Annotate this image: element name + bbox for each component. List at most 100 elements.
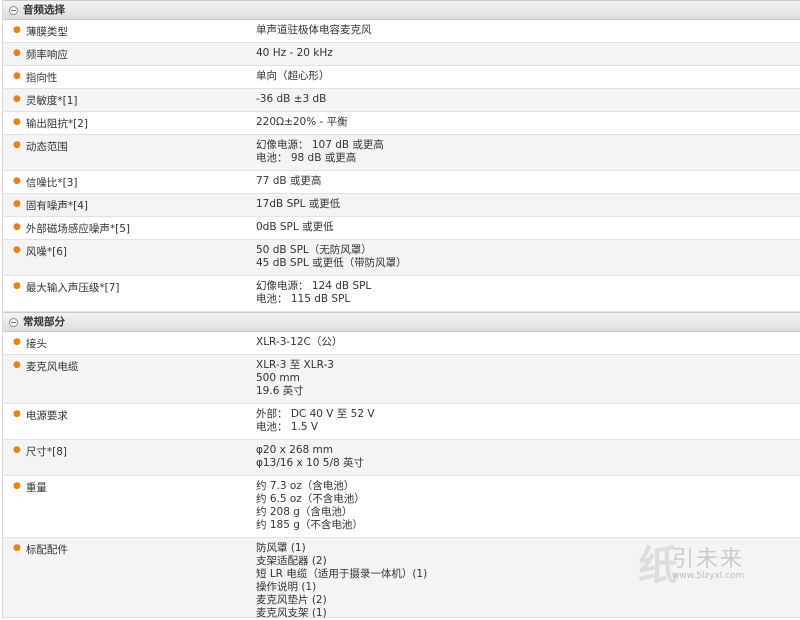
bullet-icon: ● bbox=[13, 71, 21, 81]
spec-value-line: 40 Hz - 20 kHz bbox=[256, 47, 333, 59]
spec-key: 尺寸*[8] bbox=[25, 446, 67, 458]
spec-key-cell: ● 频率响应 bbox=[3, 43, 256, 65]
bullet-icon: ● bbox=[13, 481, 21, 491]
spec-value-line: 17dB SPL 或更低 bbox=[256, 198, 341, 210]
bullet-icon: ● bbox=[13, 199, 21, 209]
spec-key: 频率响应 bbox=[25, 49, 68, 61]
spec-value-line: 约 6.5 oz（不含电池） bbox=[256, 493, 365, 505]
spec-value-cell: 220Ω±20% - 平衡 bbox=[256, 112, 348, 134]
spec-value-line: 约 185 g（不含电池） bbox=[256, 519, 363, 531]
bullet-icon: ● bbox=[13, 445, 21, 455]
spec-value-line: 220Ω±20% - 平衡 bbox=[256, 116, 348, 128]
spec-row: ● 输出阻抗*[2] 220Ω±20% - 平衡 bbox=[3, 112, 800, 135]
bullet-icon: ● bbox=[13, 140, 21, 150]
spec-value-cell: 40 Hz - 20 kHz bbox=[256, 43, 333, 65]
spec-row: ● 接头 XLR-3-12C（公） bbox=[3, 332, 800, 355]
bullet-icon: ● bbox=[13, 337, 21, 347]
spec-value-line: 19.6 英寸 bbox=[256, 385, 304, 397]
spec-value-cell: 外部： DC 40 V 至 52 V 电池： 1.5 V bbox=[256, 404, 375, 439]
spec-row: ● 外部磁场感应噪声*[5] 0dB SPL 或更低 bbox=[3, 217, 800, 240]
bullet-icon: ● bbox=[13, 281, 21, 291]
spec-value-line: 50 dB SPL（无防风罩） bbox=[256, 244, 372, 256]
bullet-icon: ● bbox=[13, 176, 21, 186]
spec-value-line: 外部： DC 40 V 至 52 V bbox=[256, 408, 375, 420]
spec-key: 电源要求 bbox=[25, 410, 68, 422]
bullet-icon: ● bbox=[13, 409, 21, 419]
spec-key: 输出阻抗*[2] bbox=[25, 118, 88, 130]
spec-value-line: 幻像电源： 107 dB 或更高 bbox=[256, 139, 384, 151]
spec-value-line: 电池： 1.5 V bbox=[256, 421, 319, 433]
spec-key: 外部磁场感应噪声*[5] bbox=[25, 223, 130, 235]
spec-value-line: 幻像电源： 124 dB SPL bbox=[256, 280, 372, 292]
bullet-icon: ● bbox=[13, 360, 21, 370]
section-title: 常规部分 bbox=[23, 316, 65, 328]
spec-value-line: 电池： 98 dB 或更高 bbox=[256, 152, 357, 164]
spec-key: 标配配件 bbox=[25, 544, 68, 556]
spec-key-cell: ● 标配配件 bbox=[3, 538, 256, 617]
bullet-icon: ● bbox=[13, 94, 21, 104]
spec-row: ● 标配配件 防风罩 (1) 支架适配器 (2) 短 LR 电缆（适用于摄录一体机）(1… bbox=[3, 538, 800, 619]
spec-key-cell: ● 接头 bbox=[3, 332, 256, 354]
spec-row: ● 灵敏度*[1] -36 dB ±3 dB bbox=[3, 89, 800, 112]
spec-row: ● 麦克风电缆 XLR-3 至 XLR-3 500 mm 19.6 英寸 bbox=[3, 355, 800, 404]
section-header[interactable]: 常规部分 bbox=[3, 312, 800, 332]
spec-value-line: 电池： 115 dB SPL bbox=[256, 293, 351, 305]
spec-key-cell: ● 风噪*[6] bbox=[3, 240, 256, 275]
spec-value-cell: φ20 x 268 mm φ13/16 x 10 5/8 英寸 bbox=[256, 440, 364, 475]
spec-value-line: 0dB SPL 或更低 bbox=[256, 221, 334, 233]
spec-key: 麦克风电缆 bbox=[25, 361, 79, 373]
spec-table: 音频选择 ● 薄膜类型 单声道驻极体电容麦克风 ● 频率响应 40 Hz - 20 kHz ●… bbox=[2, 0, 800, 619]
spec-value-cell: 77 dB 或更高 bbox=[256, 171, 321, 193]
spec-key: 灵敏度*[1] bbox=[25, 95, 78, 107]
spec-key: 风噪*[6] bbox=[25, 246, 67, 258]
spec-value-cell: 0dB SPL 或更低 bbox=[256, 217, 334, 239]
spec-key: 信噪比*[3] bbox=[25, 177, 78, 189]
spec-key: 固有噪声*[4] bbox=[25, 200, 88, 212]
spec-value-line: 77 dB 或更高 bbox=[256, 175, 322, 187]
spec-key-cell: ● 薄膜类型 bbox=[3, 20, 256, 42]
spec-value-cell: 防风罩 (1) 支架适配器 (2) 短 LR 电缆（适用于摄录一体机）(1) 操作说明… bbox=[256, 538, 428, 619]
collapse-icon[interactable] bbox=[9, 317, 18, 327]
spec-key-cell: ● 重量 bbox=[3, 476, 256, 537]
spec-value-line: XLR-3 至 XLR-3 bbox=[256, 359, 334, 371]
spec-key: 最大输入声压级*[7] bbox=[25, 282, 120, 294]
spec-key: 薄膜类型 bbox=[25, 26, 68, 38]
spec-value-line: 麦克风支架 (1) bbox=[256, 607, 327, 619]
spec-key-cell: ● 外部磁场感应噪声*[5] bbox=[3, 217, 256, 239]
spec-value-cell: 50 dB SPL（无防风罩） 45 dB SPL 或更低（带防风罩） bbox=[256, 240, 407, 275]
spec-value-line: 麦克风垫片 (2) bbox=[256, 594, 327, 606]
spec-key: 重量 bbox=[25, 482, 47, 494]
spec-key-cell: ● 固有噪声*[4] bbox=[3, 194, 256, 216]
spec-row: ● 薄膜类型 单声道驻极体电容麦克风 bbox=[3, 20, 800, 43]
bullet-icon: ● bbox=[13, 25, 21, 35]
spec-row: ● 最大输入声压级*[7] 幻像电源： 124 dB SPL 电池： 115 dB S… bbox=[3, 276, 800, 312]
spec-row: ● 指向性 单向（超心形） bbox=[3, 66, 800, 89]
spec-key-cell: ● 输出阻抗*[2] bbox=[3, 112, 256, 134]
spec-key-cell: ● 尺寸*[8] bbox=[3, 440, 256, 475]
spec-row: ● 风噪*[6] 50 dB SPL（无防风罩） 45 dB SPL 或更低（带防风罩… bbox=[3, 240, 800, 276]
spec-value-line: 约 7.3 oz（含电池） bbox=[256, 480, 355, 492]
spec-key: 指向性 bbox=[25, 72, 58, 84]
spec-value-line: 单声道驻极体电容麦克风 bbox=[256, 24, 372, 36]
spec-value-cell: 幻像电源： 124 dB SPL 电池： 115 dB SPL bbox=[256, 276, 371, 311]
spec-value-line: 约 208 g（含电池） bbox=[256, 506, 353, 518]
spec-key: 接头 bbox=[25, 338, 47, 350]
spec-value-cell: XLR-3-12C（公） bbox=[256, 332, 342, 354]
spec-key-cell: ● 灵敏度*[1] bbox=[3, 89, 256, 111]
spec-row: ● 频率响应 40 Hz - 20 kHz bbox=[3, 43, 800, 66]
section-title: 音频选择 bbox=[23, 4, 65, 16]
spec-key-cell: ● 指向性 bbox=[3, 66, 256, 88]
bullet-icon: ● bbox=[13, 245, 21, 255]
spec-value-line: XLR-3-12C（公） bbox=[256, 336, 343, 348]
spec-value-line: 短 LR 电缆（适用于摄录一体机）(1) bbox=[256, 568, 428, 580]
spec-value-line: 45 dB SPL 或更低（带防风罩） bbox=[256, 257, 407, 269]
spec-value-line: 操作说明 (1) bbox=[256, 581, 317, 593]
spec-row: ● 尺寸*[8] φ20 x 268 mm φ13/16 x 10 5/8 英寸 bbox=[3, 440, 800, 476]
section-header[interactable]: 音频选择 bbox=[3, 0, 800, 20]
spec-value-line: φ13/16 x 10 5/8 英寸 bbox=[256, 457, 365, 469]
bullet-icon: ● bbox=[13, 117, 21, 127]
spec-value-cell: -36 dB ±3 dB bbox=[256, 89, 326, 111]
collapse-icon[interactable] bbox=[9, 5, 18, 15]
spec-key: 动态范围 bbox=[25, 141, 68, 153]
spec-value-line: 500 mm bbox=[256, 372, 300, 384]
